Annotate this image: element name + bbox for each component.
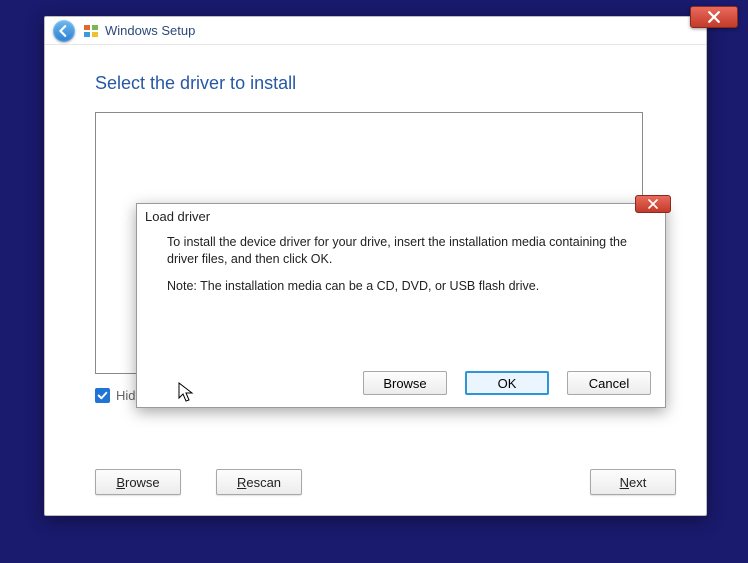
page-heading: Select the driver to install [95,73,656,94]
dialog-titlebar: Load driver [137,204,665,224]
hide-incompatible-checkbox[interactable] [95,388,110,403]
app-icon [83,23,99,39]
window-close-button[interactable] [690,6,738,28]
dialog-body: To install the device driver for your dr… [137,224,665,315]
dialog-title: Load driver [145,209,210,224]
next-button[interactable]: Next [590,469,676,495]
rescan-button[interactable]: Rescan [216,469,302,495]
load-driver-dialog: Load driver To install the device driver… [136,203,666,408]
dialog-text-1: To install the device driver for your dr… [167,234,645,268]
arrow-left-icon [58,25,70,37]
back-button[interactable] [53,20,75,42]
close-icon [708,11,720,23]
dialog-ok-button[interactable]: OK [465,371,549,395]
dialog-button-row: Browse OK Cancel [363,371,651,395]
checkmark-icon [97,390,108,401]
close-icon [648,199,658,209]
titlebar: Windows Setup [45,17,706,45]
browse-button[interactable]: Browse [95,469,181,495]
bottom-button-row: Browse Rescan Next [95,469,676,495]
dialog-close-button[interactable] [635,195,671,213]
dialog-browse-button[interactable]: Browse [363,371,447,395]
dialog-cancel-button[interactable]: Cancel [567,371,651,395]
window-title: Windows Setup [105,23,195,38]
dialog-text-2: Note: The installation media can be a CD… [167,278,645,295]
